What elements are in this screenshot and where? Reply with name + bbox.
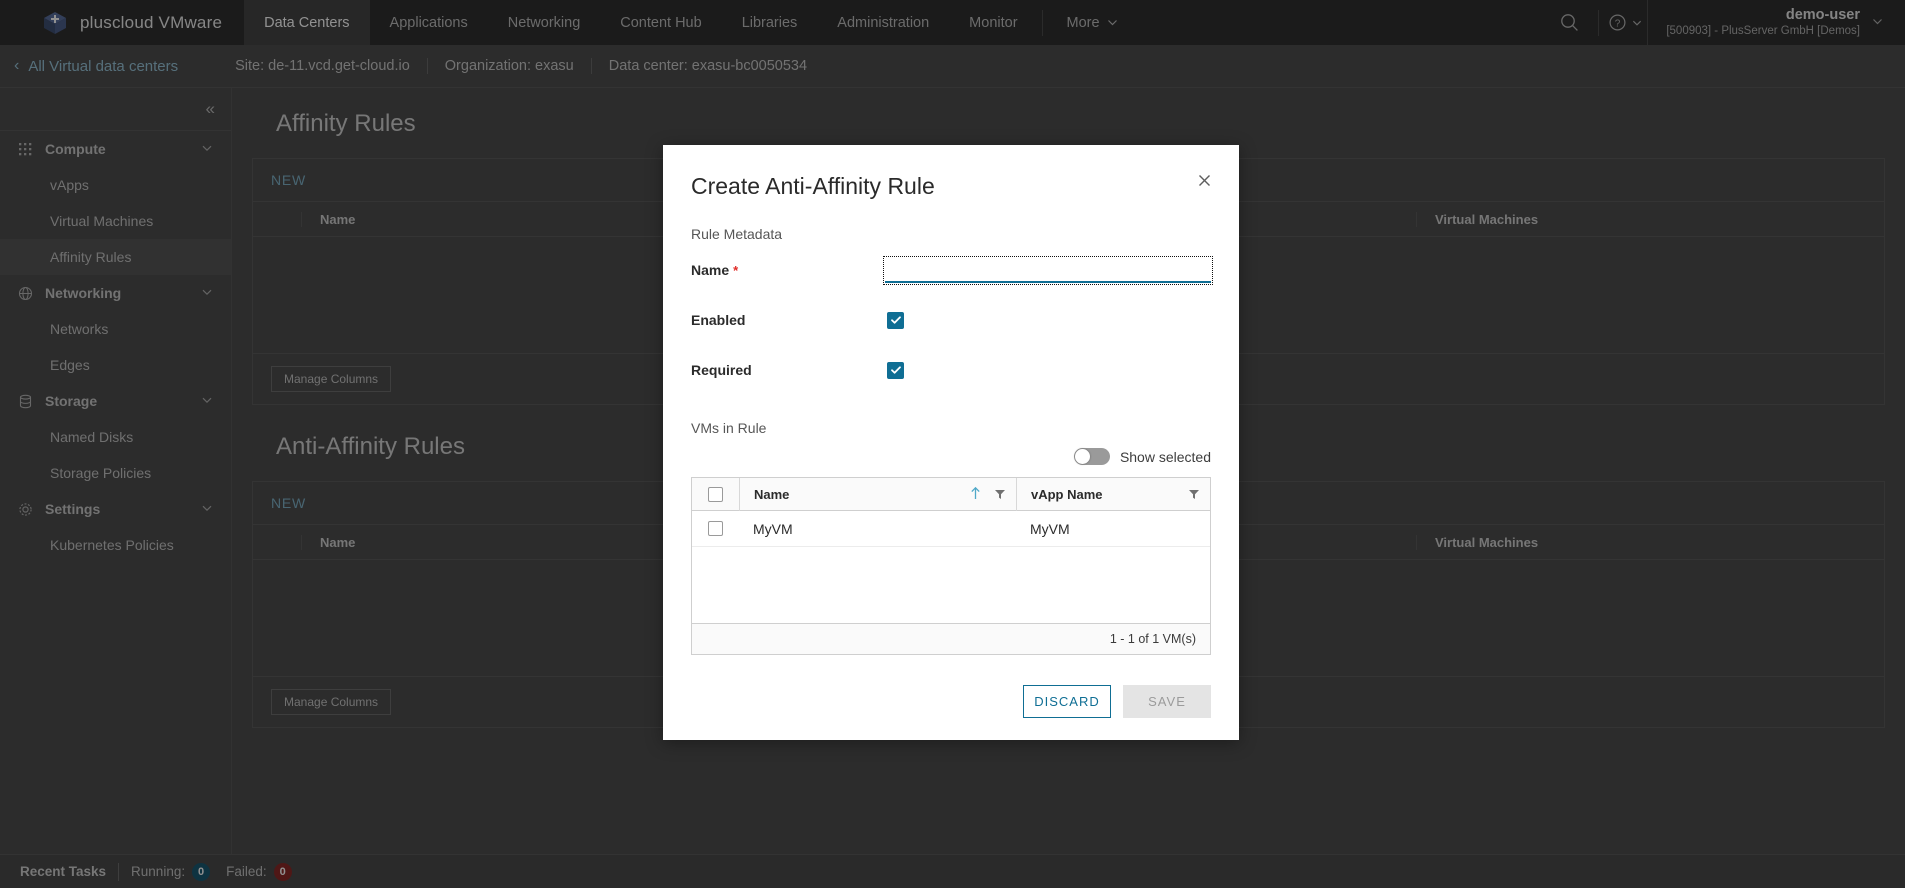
create-anti-affinity-rule-dialog: Create Anti-Affinity Rule Rule Metadata … [663, 145, 1239, 740]
vms-column-name-label: Name [754, 486, 790, 502]
enabled-checkbox[interactable] [887, 311, 904, 329]
modal-title: Create Anti-Affinity Rule [691, 173, 935, 199]
save-button[interactable]: SAVE [1123, 685, 1211, 718]
vms-pagination-summary: 1 - 1 of 1 VM(s) [1109, 632, 1196, 646]
enabled-row: Enabled [691, 306, 1211, 334]
name-label-text: Name [691, 262, 730, 278]
vms-column-name-tools [969, 486, 1006, 503]
row-vapp-name: MyVM [1030, 520, 1070, 537]
modal-header: Create Anti-Affinity Rule [663, 145, 1239, 200]
name-input[interactable] [882, 255, 1214, 285]
show-selected-toggle[interactable] [1073, 448, 1110, 465]
vms-select-all-cell [692, 486, 739, 502]
name-label: Name * [691, 262, 885, 278]
filter-icon[interactable] [1188, 488, 1200, 500]
name-field-row: Name * [691, 255, 1214, 285]
modal-body: Rule Metadata Name * Enabled Required VM… [663, 226, 1239, 655]
table-row[interactable]: MyVM MyVM [692, 511, 1210, 547]
vms-table-footer: 1 - 1 of 1 VM(s) [692, 623, 1210, 654]
required-row: Required [691, 356, 1211, 384]
discard-button[interactable]: DISCARD [1023, 685, 1111, 718]
vms-column-vapp-name-tools [1188, 488, 1200, 500]
modal-actions: DISCARD SAVE [663, 685, 1239, 718]
show-selected-row: Show selected [691, 448, 1211, 465]
row-name: MyVM [753, 520, 793, 537]
vms-table-header: Name vApp Name [692, 477, 1210, 511]
arrow-up-icon[interactable] [969, 486, 982, 503]
show-selected-label: Show selected [1119, 448, 1211, 465]
required-asterisk: * [733, 263, 739, 278]
vms-table-empty-space [692, 547, 1210, 623]
vms-column-vapp-name[interactable]: vApp Name [1016, 477, 1210, 511]
close-icon[interactable] [1193, 173, 1215, 195]
row-checkbox[interactable] [708, 521, 723, 536]
vms-in-rule-label: VMs in Rule [691, 420, 767, 436]
required-checkbox[interactable] [887, 361, 904, 379]
filter-icon[interactable] [994, 488, 1006, 500]
enabled-label: Enabled [691, 312, 746, 328]
vms-column-name[interactable]: Name [739, 477, 1016, 511]
required-label: Required [691, 362, 752, 378]
toggle-knob [1074, 449, 1090, 464]
vms-column-vapp-name-label: vApp Name [1031, 486, 1103, 502]
app-root: pluscloud VMware Data Centers Applicatio… [0, 0, 1905, 888]
select-all-checkbox[interactable] [708, 486, 723, 502]
rule-metadata-label: Rule Metadata [691, 226, 783, 242]
vms-table: Name vApp Name MyVM MyVM 1 - 1 of 1 VM(s… [691, 477, 1211, 655]
row-select-cell [692, 521, 739, 536]
